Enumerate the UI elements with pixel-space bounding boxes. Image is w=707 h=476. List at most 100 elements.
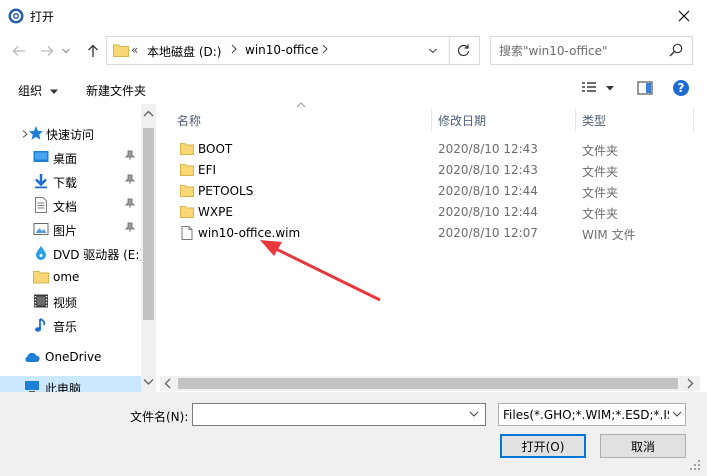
change-view-button[interactable] xyxy=(582,80,618,99)
nav-item-desktop[interactable]: 桌面 xyxy=(0,146,140,168)
scroll-up-icon[interactable] xyxy=(143,110,154,118)
chevron-down-icon xyxy=(62,48,70,54)
column-header-date[interactable]: 修改日期 xyxy=(438,112,486,129)
file-type: 文件夹 xyxy=(582,144,619,158)
chevron-down-icon[interactable] xyxy=(429,48,437,54)
up-button[interactable] xyxy=(83,41,103,61)
pin-icon xyxy=(125,198,135,208)
breadcrumb-overflow[interactable]: « xyxy=(131,43,138,57)
file-name: PETOOLS xyxy=(198,184,254,198)
forward-button[interactable] xyxy=(37,41,57,61)
pin-icon xyxy=(125,174,135,184)
search-box[interactable] xyxy=(490,36,693,65)
nav-label: 桌面 xyxy=(53,152,78,166)
nav-item-ome[interactable]: ome xyxy=(0,266,140,288)
organize-label: 组织 xyxy=(18,84,43,98)
help-icon[interactable]: ? xyxy=(673,80,689,96)
resize-grip-icon[interactable] xyxy=(688,458,702,472)
open-button[interactable]: 打开(O) xyxy=(500,434,586,458)
video-icon xyxy=(34,294,48,308)
nav-scrollbar-thumb[interactable] xyxy=(143,128,154,320)
file-type: 文件夹 xyxy=(582,165,619,179)
nav-item-pictures[interactable]: 图片 xyxy=(0,218,140,240)
column-divider[interactable] xyxy=(575,108,576,132)
refresh-button[interactable] xyxy=(449,37,477,64)
file-type: 文件夹 xyxy=(582,207,619,221)
file-name: WXPE xyxy=(198,205,233,219)
recent-locations-button[interactable] xyxy=(59,41,73,61)
file-date: 2020/8/10 12:44 xyxy=(438,205,538,219)
filename-label: 文件名(N): xyxy=(130,410,189,424)
scroll-left-icon[interactable] xyxy=(164,378,172,389)
nav-item-dvd-drive[interactable]: DVD 驱动器 (E:) xyxy=(0,242,144,264)
breadcrumb-item[interactable]: win10-office xyxy=(245,43,319,57)
cancel-button[interactable]: 取消 xyxy=(600,434,686,458)
nav-item-videos[interactable]: 视频 xyxy=(0,290,140,312)
music-icon xyxy=(35,318,46,332)
file-type-filter[interactable]: Files(*.GHO;*.WIM;*.ESD;*.ISO) xyxy=(498,403,686,426)
nav-label: 快速访问 xyxy=(46,128,95,142)
file-type: 文件夹 xyxy=(582,186,619,200)
nav-item-downloads[interactable]: 下载 xyxy=(0,170,140,192)
scroll-down-icon[interactable] xyxy=(143,378,154,386)
navigation-pane: 快速访问 桌面 下载 文档 图片 DVD 驱动器 (E:) ome 视频 音乐 … xyxy=(0,104,156,394)
horizontal-scrollbar-thumb[interactable] xyxy=(178,378,678,389)
back-button[interactable] xyxy=(9,41,29,61)
file-type-filter-value: Files(*.GHO;*.WIM;*.ESD;*.ISO) xyxy=(503,408,686,422)
folder-icon xyxy=(180,143,194,155)
nav-label: DVD 驱动器 (E:) xyxy=(53,248,145,262)
file-row[interactable]: BOOT 2020/8/10 12:43 文件夹 xyxy=(166,139,686,160)
chevron-right-icon[interactable] xyxy=(322,44,328,54)
view-options-icon xyxy=(582,82,614,92)
refresh-icon xyxy=(457,44,470,57)
preview-pane-button[interactable] xyxy=(637,80,653,99)
dialog-footer: 文件名(N): Files(*.GHO;*.WIM;*.ESD;*.ISO) 打… xyxy=(0,392,707,476)
desktop-icon xyxy=(33,151,49,162)
sort-ascending-icon xyxy=(296,102,306,108)
chevron-down-icon[interactable] xyxy=(469,408,479,420)
organize-button[interactable]: 组织 xyxy=(18,82,58,99)
folder-icon xyxy=(180,185,194,197)
column-header-name[interactable]: 名称 xyxy=(177,112,201,129)
file-name: BOOT xyxy=(198,142,233,156)
title-bar: 打开 xyxy=(0,0,707,32)
chevron-right-icon[interactable] xyxy=(231,44,237,54)
caret-down-icon xyxy=(49,89,58,94)
search-icon[interactable] xyxy=(669,43,683,57)
file-row[interactable]: WXPE 2020/8/10 12:44 文件夹 xyxy=(166,202,686,223)
horizontal-scrollbar[interactable] xyxy=(160,376,700,391)
filename-combobox[interactable] xyxy=(192,403,486,426)
column-header-type[interactable]: 类型 xyxy=(582,112,606,129)
nav-item-documents[interactable]: 文档 xyxy=(0,194,140,216)
command-bar: 组织 新建文件夹 ? xyxy=(0,74,707,104)
address-bar[interactable]: « 本地磁盘 (D:) win10-office xyxy=(106,36,480,65)
nav-label: ome xyxy=(53,270,80,284)
star-icon xyxy=(29,126,43,140)
file-row[interactable]: PETOOLS 2020/8/10 12:44 文件夹 xyxy=(166,181,686,202)
search-input[interactable] xyxy=(499,42,659,59)
column-divider[interactable] xyxy=(693,108,694,132)
close-icon xyxy=(678,10,689,22)
pictures-icon xyxy=(33,223,49,235)
document-icon xyxy=(35,197,47,213)
filename-input[interactable] xyxy=(197,406,462,423)
nav-item-onedrive[interactable]: OneDrive xyxy=(0,346,140,368)
new-folder-button[interactable]: 新建文件夹 xyxy=(86,82,146,99)
nav-label: 下载 xyxy=(53,176,78,190)
download-icon xyxy=(35,174,47,189)
breadcrumb-item[interactable]: 本地磁盘 (D:) xyxy=(147,43,221,60)
close-button[interactable] xyxy=(660,0,707,32)
nav-scrollbar[interactable] xyxy=(141,104,156,394)
folder-icon xyxy=(113,44,129,57)
file-date: 2020/8/10 12:43 xyxy=(438,142,538,156)
file-row[interactable]: EFI 2020/8/10 12:43 文件夹 xyxy=(166,160,686,181)
chevron-down-icon[interactable] xyxy=(669,408,683,420)
nav-item-quick-access[interactable]: 快速访问 xyxy=(0,122,140,144)
scroll-right-icon[interactable] xyxy=(686,378,694,389)
arrow-up-icon xyxy=(88,44,98,57)
pin-icon xyxy=(125,150,135,160)
file-date: 2020/8/10 12:43 xyxy=(438,163,538,177)
preview-pane-icon xyxy=(637,81,653,95)
nav-item-music[interactable]: 音乐 xyxy=(0,314,140,336)
column-divider[interactable] xyxy=(431,108,432,132)
